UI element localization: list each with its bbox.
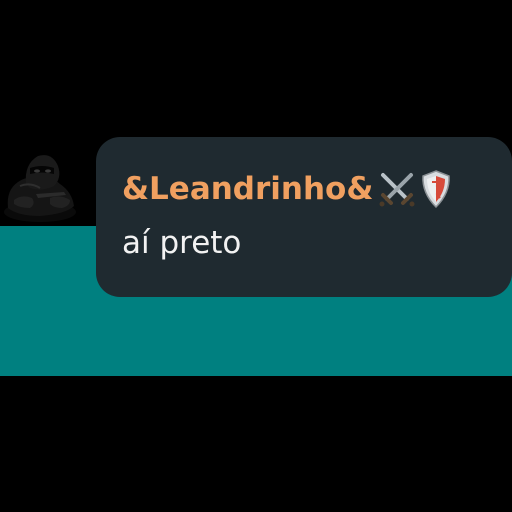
sender-badges (375, 167, 453, 211)
sticker-canvas: &Leandrinho& aí preto (0, 0, 512, 512)
message-header: &Leandrinho& (122, 167, 453, 211)
crossed-swords-icon (379, 173, 415, 207)
message-text: aí preto (122, 225, 242, 261)
avatar[interactable] (0, 142, 82, 228)
sender-name[interactable]: &Leandrinho& (122, 171, 373, 207)
message-bubble[interactable]: &Leandrinho& aí preto (96, 137, 512, 297)
avatar-ninja-icon (4, 155, 76, 222)
shield-icon (422, 170, 451, 209)
